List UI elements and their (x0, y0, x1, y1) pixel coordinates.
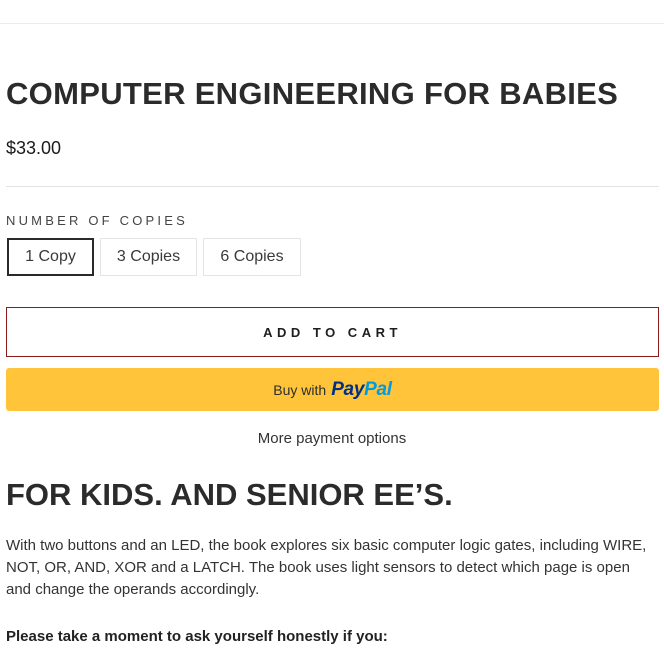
paypal-button[interactable]: Buy with PayPal (6, 368, 659, 411)
header-divider (0, 23, 664, 24)
product-description: With two buttons and an LED, the book ex… (6, 537, 647, 598)
paypal-prefix-text: Buy with (273, 381, 327, 398)
paypal-logo-pal: Pal (364, 378, 392, 400)
paypal-logo-pay: Pay (331, 378, 365, 400)
more-payment-options-link[interactable]: More payment options (0, 430, 664, 447)
product-price: $33.00 (6, 138, 62, 158)
product-title: COMPUTER ENGINEERING FOR BABIES (6, 76, 619, 111)
section-heading: FOR KIDS. AND SENIOR EE’S. (6, 477, 453, 512)
variant-option-6-copies[interactable]: 6 Copies (203, 238, 301, 276)
description-prompt: Please take a moment to ask yourself hon… (6, 628, 388, 645)
variant-option-1-copy[interactable]: 1 Copy (7, 238, 94, 276)
variant-label: NUMBER OF COPIES (6, 213, 188, 228)
variant-option-3-copies[interactable]: 3 Copies (100, 238, 197, 276)
add-to-cart-button[interactable]: ADD TO CART (6, 307, 659, 357)
paypal-logo-icon: PayPal (331, 379, 392, 401)
price-divider (6, 186, 659, 187)
